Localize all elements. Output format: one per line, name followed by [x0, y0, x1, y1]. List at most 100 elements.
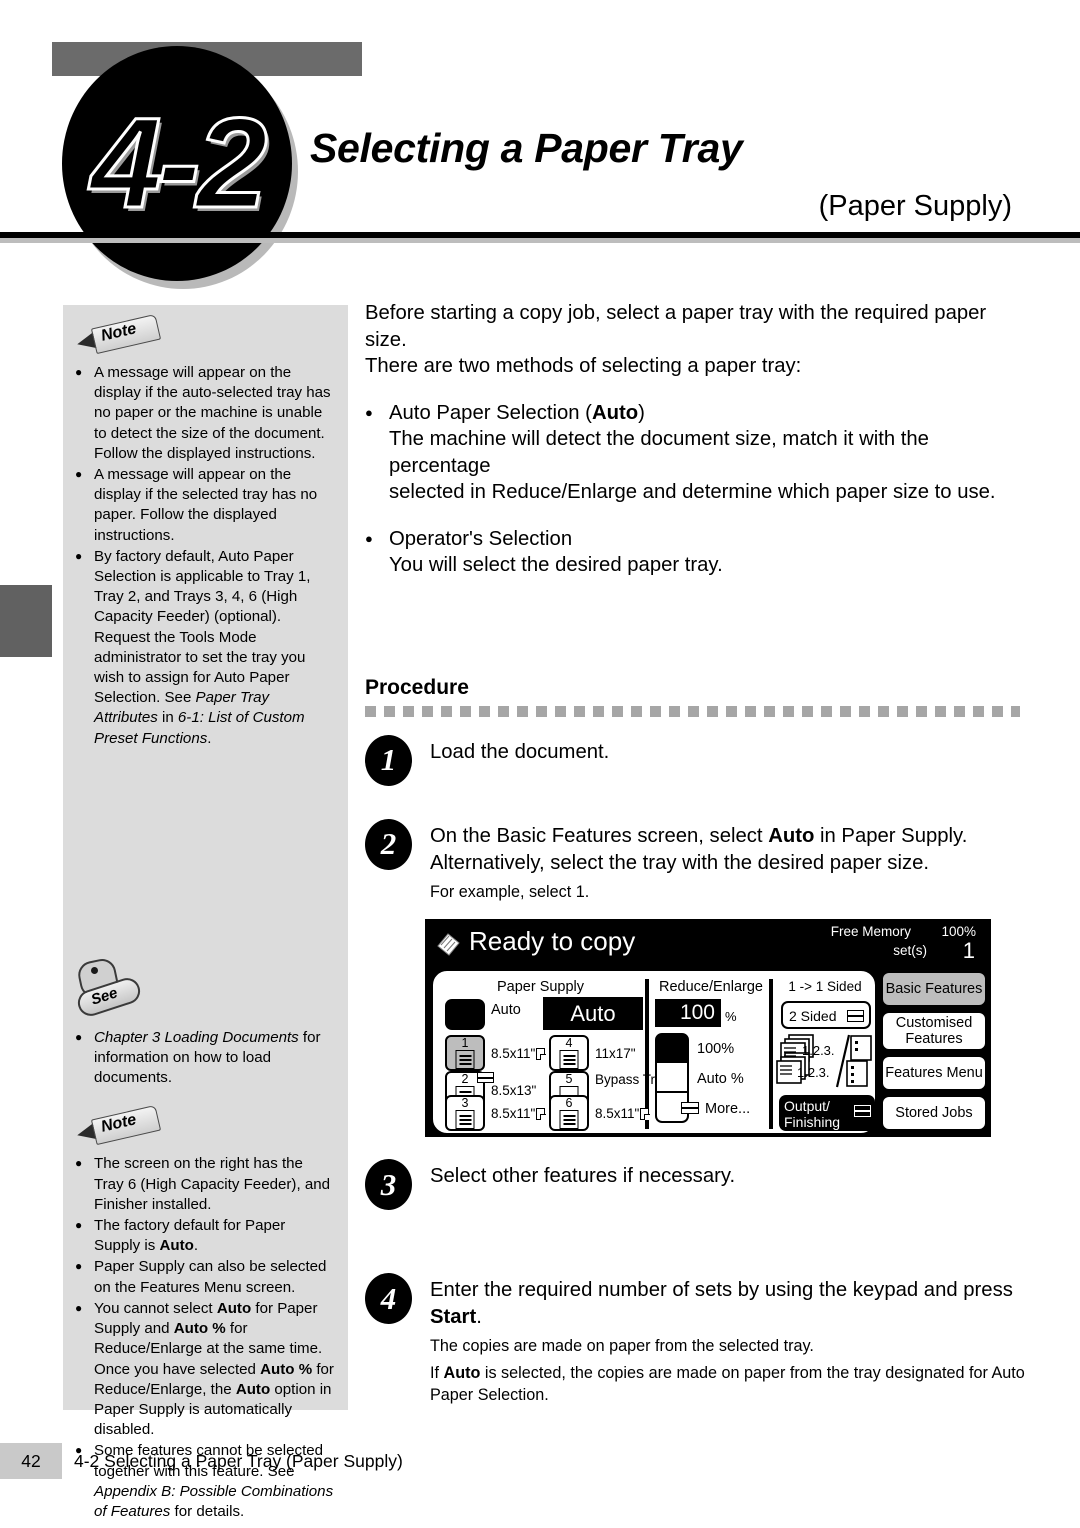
- page-title: Selecting a Paper Tray: [310, 125, 743, 171]
- step-note: If Auto is selected, the copies are made…: [430, 1362, 1025, 1407]
- note-item-text: for details.: [170, 1502, 245, 1520]
- intro-line-1: Before starting a copy job, select a pap…: [365, 302, 987, 351]
- paperclip-dot-icon: [91, 966, 98, 974]
- output-finishing-line-2: Finishing: [784, 1114, 841, 1130]
- tray-size-1: 8.5x11": [491, 1046, 546, 1061]
- note-item-text: By factory default, Auto Paper Selection…: [94, 547, 311, 707]
- sidebar-notes-panel: Note A message will appear on the displa…: [63, 305, 348, 1520]
- output-finishing-line-1: Output/: [784, 1098, 830, 1114]
- see-item: Chapter 3 Loading Documents for informat…: [75, 1027, 334, 1089]
- tray-size-text: 8.5x11": [491, 1106, 536, 1121]
- step-text: Enter the required number of sets by usi…: [430, 1277, 1025, 1331]
- page-subtitle: (Paper Supply): [818, 190, 1012, 222]
- step-text-strong: Start: [430, 1306, 477, 1328]
- tray-size-text: 8.5x13": [491, 1083, 537, 1098]
- sided-title: 1 -> 1 Sided: [788, 979, 862, 994]
- note-item-strong: Auto: [159, 1237, 194, 1255]
- tray-number: 4: [565, 1036, 573, 1050]
- screen-main-panel: Paper Supply Reduce/Enlarge 1 -> 1 Sided…: [431, 969, 877, 1135]
- step-text-line-2: Alternatively, select the tray with the …: [430, 851, 930, 874]
- note-item-text: .: [207, 729, 212, 747]
- free-memory-label: Free Memory: [830, 924, 911, 939]
- tray-icon: [455, 1110, 475, 1129]
- tray-2-status-icon: [477, 1072, 494, 1083]
- tray-number: 5: [565, 1072, 573, 1086]
- procedure-step-4: 4 Enter the required number of sets by u…: [365, 1273, 1025, 1407]
- tray-number: 3: [461, 1096, 469, 1110]
- bullet-sub-line: You will select the desired paper tray.: [389, 554, 723, 576]
- screen-status-bar: Ready to copy Free Memory 100% set(s) 1: [427, 921, 989, 969]
- tray-size-text: 11x17": [595, 1046, 636, 1061]
- note-item-text: in: [157, 709, 178, 727]
- note-item: By factory default, Auto Paper Selection…: [75, 546, 334, 749]
- tray-icon: [559, 1050, 579, 1069]
- tray-number: 1: [461, 1036, 469, 1050]
- note-item-strong: Auto: [216, 1299, 252, 1317]
- output-finishing-popup-icon: [854, 1105, 871, 1117]
- collate-output-icon: 1.2.3. 1.2.3.: [776, 1034, 872, 1088]
- tray-icon: [455, 1050, 475, 1069]
- tray-size-text: 8.5x11": [595, 1106, 640, 1121]
- tray-button-4[interactable]: 4: [549, 1035, 589, 1071]
- paper-sheet-icon: [536, 1048, 546, 1061]
- note-item: A message will appear on the display if …: [75, 464, 334, 546]
- reduce-enlarge-option-100-label: 100%: [697, 1041, 735, 1057]
- paper-supply-auto-toggle[interactable]: [445, 999, 485, 1030]
- note-tag-2: Note: [71, 1105, 162, 1146]
- paper-supply-selected-value: Auto: [543, 997, 643, 1030]
- paper-supply-title: Paper Supply: [496, 979, 585, 995]
- section-number: 4-2: [89, 91, 269, 237]
- procedure-heading: Procedure: [365, 675, 469, 699]
- two-sided-popup-icon: [847, 1010, 864, 1022]
- tab-features-menu[interactable]: Features Menu: [881, 1055, 987, 1091]
- step-number-badge: 4: [365, 1273, 412, 1324]
- footer-title: 4-2 Selecting a Paper Tray (Paper Supply…: [74, 1451, 403, 1471]
- footer-page-number: 42: [21, 1450, 41, 1471]
- tray-size-text: 8.5x11": [491, 1046, 536, 1061]
- tray-size-2: 8.5x13": [491, 1083, 536, 1098]
- step-text-part: Enter the required number of sets by usi…: [430, 1279, 1013, 1301]
- note-item: You cannot select Auto for Paper Supply …: [75, 1298, 334, 1440]
- reduce-enlarge-option-more-label: More...: [705, 1101, 751, 1117]
- screen-tab-column: Basic Features Customised Features Featu…: [881, 969, 987, 1135]
- see-list: Chapter 3 Loading Documents for informat…: [75, 1027, 334, 1089]
- tray-button-1[interactable]: 1: [445, 1035, 485, 1071]
- reduce-enlarge-option-100-toggle[interactable]: [655, 1033, 689, 1063]
- two-sided-button[interactable]: 2 Sided: [781, 1001, 871, 1029]
- bullet-text: ): [638, 401, 645, 424]
- svg-text:1.2.3.: 1.2.3.: [802, 1043, 835, 1058]
- step-note: For example, select 1.: [430, 882, 590, 901]
- tab-basic-features[interactable]: Basic Features: [881, 971, 987, 1007]
- output-finishing-button[interactable]: Output/ Finishing: [779, 1095, 875, 1131]
- reduce-enlarge-value: 100: [655, 999, 721, 1027]
- more-options-icon: [681, 1102, 699, 1114]
- see-item-ref: Chapter 3 Loading Documents: [94, 1028, 299, 1046]
- method-bullet-1: Auto Paper Selection (Auto) The machine …: [365, 400, 1025, 506]
- sets-label: set(s): [893, 943, 927, 958]
- header-rule-shadow: [0, 238, 1080, 243]
- section-number-badge: 4-2: [62, 46, 292, 281]
- procedure-step-3: 3 Select other features if necessary.: [365, 1159, 1025, 1215]
- note-item: The screen on the right has the Tray 6 (…: [75, 1153, 334, 1215]
- bullet-strong: Auto: [591, 401, 639, 424]
- note-list-1: A message will appear on the display if …: [75, 362, 334, 749]
- procedure-step-1: 1 Load the document.: [365, 734, 1025, 791]
- tray-number: 6: [565, 1096, 573, 1110]
- bullet-sub-line: selected in Reduce/Enlarge and determine…: [389, 481, 996, 503]
- tray-button-3[interactable]: 3: [445, 1095, 485, 1131]
- tray-size-4: 11x17": [595, 1046, 636, 1061]
- step-text-part: .: [476, 1306, 482, 1328]
- tray-button-6[interactable]: 6: [549, 1095, 589, 1131]
- intro-paragraph: Before starting a copy job, select a pap…: [365, 300, 1025, 380]
- reduce-enlarge-option-auto-toggle[interactable]: [655, 1063, 689, 1093]
- tab-stored-jobs[interactable]: Stored Jobs: [881, 1095, 987, 1131]
- tab-customised-features[interactable]: Customised Features: [881, 1011, 987, 1051]
- chapter-edge-tab: [0, 585, 52, 657]
- note-item-strong: Auto %: [173, 1320, 226, 1338]
- copier-screen: Ready to copy Free Memory 100% set(s) 1 …: [425, 919, 991, 1137]
- step-number-badge: 3: [365, 1159, 412, 1210]
- screen-body: Paper Supply Reduce/Enlarge 1 -> 1 Sided…: [431, 969, 989, 1135]
- output-finishing-label: Output/ Finishing: [784, 1098, 840, 1130]
- step-text: Select other features if necessary.: [430, 1165, 736, 1187]
- tray-icon: [559, 1110, 579, 1129]
